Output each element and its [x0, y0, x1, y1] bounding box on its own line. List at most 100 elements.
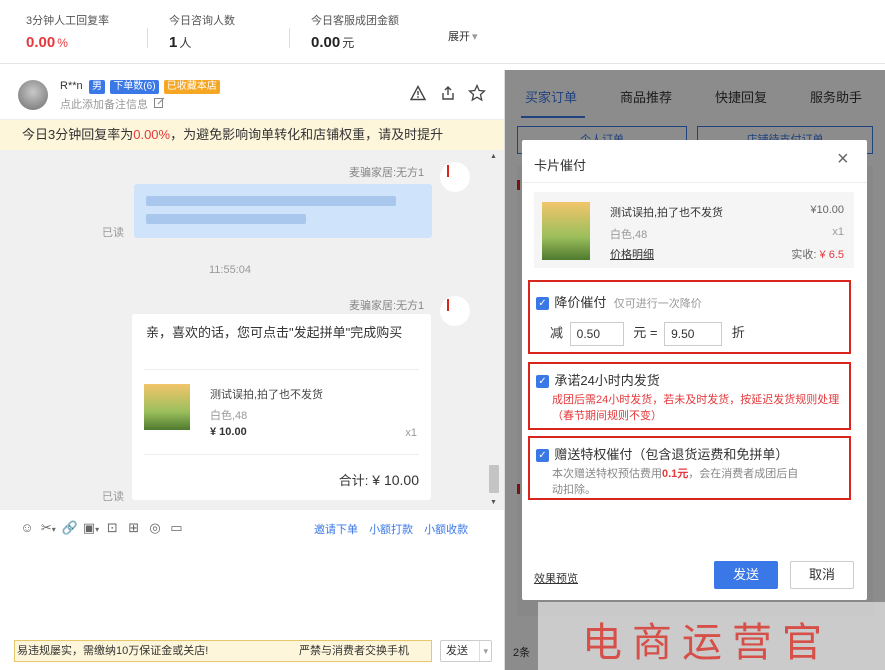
read-status: 已读 [102, 491, 124, 503]
sender-label: 麦骗家居:无方1 [349, 300, 425, 312]
option-title: 承诺24小时内发货 [554, 373, 660, 388]
chat-scrollbar[interactable]: ▲ ▼ [488, 150, 500, 510]
expand-label: 展开 [448, 31, 470, 43]
input-footer: 易违规屡实，需缴纳10万保证金或关店! 严禁与消费者交换手机 发送 ▾ [0, 636, 504, 670]
product-title: 测试误拍,拍了也不发货 [210, 389, 324, 401]
modal-title: 卡片催付 [534, 158, 587, 173]
stat-value: 0.00 [311, 34, 341, 51]
warning-suffix: ，为避免影响询单转化和店铺权重，请及时提升 [170, 127, 444, 142]
option-desc: 成团后需24小时发货，若未及时发货，按延迟发货规则处理（春节期间规则不变） [552, 394, 840, 422]
product-qty: x1 [405, 427, 417, 439]
divider [289, 28, 290, 48]
note-hint: 点此添加备注信息 [60, 99, 148, 111]
stat-group-amount: 今日客服成团金额 0.00 元 [311, 12, 399, 51]
smile-icon[interactable]: ☺ [18, 520, 36, 535]
total-value: ¥ 10.00 [372, 472, 419, 488]
option-price-reduction: ✓ 降价催付 仅可进行一次降价 减 0.50 元 = 9.50 折 [528, 280, 851, 354]
small-collect-link[interactable]: 小额收款 [424, 524, 468, 536]
watermark-text: 电商运营官 [582, 620, 832, 666]
discount-input[interactable]: 9.50 [664, 322, 723, 346]
checkbox-checked-icon[interactable]: ✓ [536, 375, 549, 389]
agent-avatar [440, 296, 470, 326]
invite-order-link[interactable]: 邀请下单 [314, 524, 358, 536]
option-privilege-gift: ✓ 赠送特权催付（包含退货运费和免拼单） 本次赠送特权预估费用0.1元，会在消费… [528, 436, 851, 500]
product-qty: x1 [832, 226, 844, 238]
stat-label: 3分钟人工回复率 [26, 15, 110, 27]
sender-label: 麦骗家居:无方1 [349, 167, 425, 179]
chat-messages[interactable]: 麦骗家居:无方1 已读 11:55:04 麦骗家居:无方1 亲，喜欢的话，您可点… [0, 150, 504, 510]
folder-icon[interactable]: ▭ [167, 520, 185, 536]
checkbox-checked-icon[interactable]: ✓ [536, 449, 549, 463]
customer-name: R**n [60, 80, 83, 92]
flag-icon [447, 299, 449, 311]
chat-header: R**n 男 下单数(6) 已收藏本店 点此添加备注信息 [0, 70, 504, 120]
add-note-link[interactable]: 点此添加备注信息 [60, 96, 165, 112]
chevron-down-icon[interactable]: ▾ [479, 641, 488, 661]
stat-inquiries: 今日咨询人数 1人 [169, 12, 235, 51]
stat-label: 今日咨询人数 [169, 15, 235, 27]
link-icon[interactable]: 🔗 [61, 520, 79, 536]
message-text: 亲，喜欢的话，您可点击"发起拼单"完成购买 [146, 325, 403, 340]
paid-value: ¥ 6.5 [819, 249, 844, 261]
watermark-logo: 电商运营官 [538, 602, 885, 670]
gender-badge: 男 [88, 80, 105, 94]
reply-rate-warning: 今日3分钟回复率为0.00%，为避免影响询单转化和店铺权重，请及时提升 [0, 120, 504, 150]
share-icon[interactable] [440, 85, 456, 104]
option-title: 赠送特权催付（包含退货运费和免拼单） [554, 447, 789, 462]
image-icon[interactable]: ▣▾ [82, 520, 100, 536]
stat-unit: 人 [179, 36, 192, 50]
product-title: 测试误拍,拍了也不发货 [610, 207, 724, 219]
hint-text: 易违规屡实，需缴纳10万保证金或关店! [17, 645, 209, 657]
read-status: 已读 [102, 227, 124, 239]
option-24h-delivery: ✓ 承诺24小时内发货 成团后需24小时发货，若未及时发货，按延迟发货规则处理（… [528, 362, 851, 430]
stat-value: 0.00 [26, 34, 56, 51]
preview-link[interactable]: 效果预览 [534, 570, 578, 586]
warning-prefix: 今日3分钟回复率为 [22, 127, 134, 142]
option-desc: 本次赠送特权预估费用0.1元，会在消费者成团后自动扣除。 [552, 466, 802, 498]
checkbox-checked-icon[interactable]: ✓ [536, 297, 549, 311]
modal-product: 测试误拍,拍了也不发货 ¥10.00 白色,48 x1 价格明细 实收: ¥ 6… [534, 192, 854, 268]
scissors-icon[interactable]: ✂▾ [39, 520, 57, 536]
chevron-down-icon: ▾ [472, 31, 478, 43]
discount-unit: 折 [731, 325, 745, 341]
product-image [542, 202, 590, 260]
card-payment-modal: 卡片催付 × 测试误拍,拍了也不发货 ¥10.00 白色,48 x1 价格明细 … [522, 140, 867, 600]
send-button[interactable]: 发送 ▾ [440, 640, 492, 662]
stat-unit: % [57, 36, 68, 50]
stat-label: 今日客服成团金额 [311, 15, 399, 27]
scroll-up-icon[interactable]: ▲ [490, 153, 497, 160]
fee-value: 0.1元 [662, 468, 689, 480]
send-button[interactable]: 发送 [714, 561, 778, 589]
message-input[interactable] [0, 546, 504, 636]
coupon-icon[interactable]: ⊞ [125, 520, 143, 536]
stats-bar: 3分钟人工回复率 0.00% 今日咨询人数 1人 今日客服成团金额 0.00 元 … [0, 0, 885, 64]
yuan-equals-label: 元 = [633, 325, 658, 341]
agent-avatar [440, 162, 470, 192]
stat-unit: 元 [342, 36, 355, 50]
stat-value: 1 [169, 34, 178, 51]
divider [147, 28, 148, 48]
stat-reply-rate: 3分钟人工回复率 0.00% [26, 12, 109, 51]
favorite-badge: 已收藏本店 [163, 80, 220, 94]
close-icon[interactable]: × [837, 148, 849, 171]
small-pay-link[interactable]: 小额打款 [369, 524, 413, 536]
avatar[interactable] [18, 80, 48, 110]
scroll-down-icon[interactable]: ▼ [490, 499, 497, 506]
option-title: 降价催付 [554, 295, 607, 310]
reduction-amount-input[interactable]: 0.50 [569, 322, 624, 346]
send-label: 发送 [446, 645, 468, 657]
search-icon[interactable]: ◎ [146, 520, 164, 536]
send-label: 发送 [732, 567, 759, 582]
warning-icon[interactable] [409, 85, 427, 104]
price-detail-link[interactable]: 价格明细 [610, 246, 654, 262]
star-icon[interactable] [467, 83, 487, 105]
blurred-message [134, 184, 432, 238]
cancel-button[interactable]: 取消 [790, 561, 854, 589]
video-icon[interactable]: ⊡ [103, 520, 121, 536]
scroll-thumb[interactable] [489, 465, 499, 493]
option-hint: 仅可进行一次降价 [613, 298, 702, 310]
chat-toolbar: ☺ ✂▾ 🔗 ▣▾ ⊡ ⊞ ◎ ▭ 邀请下单 小额打款 小额收款 [0, 510, 504, 546]
expand-button[interactable]: 展开 ▾ [448, 28, 478, 44]
paid-label: 实收: [791, 249, 817, 261]
product-card-message[interactable]: 亲，喜欢的话，您可点击"发起拼单"完成购买 测试误拍,拍了也不发货 白色,48 … [132, 314, 431, 500]
